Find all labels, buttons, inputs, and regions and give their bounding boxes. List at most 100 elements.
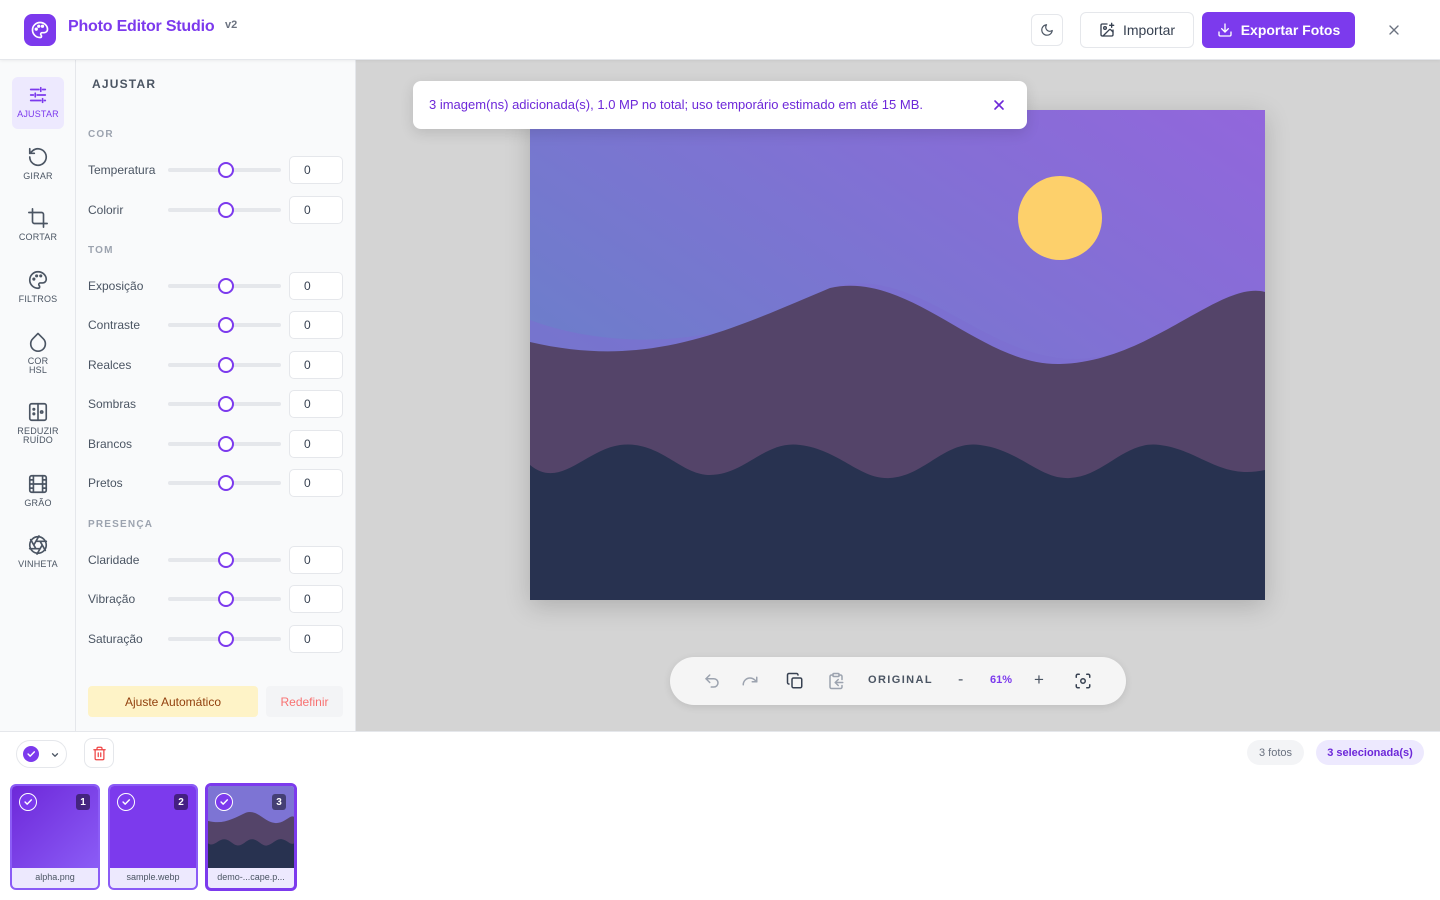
- slider-thumb[interactable]: [218, 317, 234, 333]
- thumbnail-filename: demo-...cape.p...: [217, 872, 285, 882]
- tool-filters[interactable]: FILTROS: [12, 262, 64, 314]
- tool-label: GRÃO: [24, 498, 52, 508]
- select-all-dropdown[interactable]: [16, 740, 67, 768]
- slider-value-input[interactable]: 0: [289, 156, 343, 184]
- slider-thumb[interactable]: [218, 396, 234, 412]
- zoom-in-button[interactable]: +: [1034, 670, 1044, 690]
- section-title-presence: PRESENÇA: [88, 519, 154, 530]
- slider-row-saturation: Saturação 0: [88, 625, 344, 653]
- app-title: Photo Editor Studio: [68, 18, 215, 35]
- delete-selected-button[interactable]: [84, 738, 114, 768]
- undo-button[interactable]: [702, 671, 722, 691]
- slider-value-input[interactable]: 0: [289, 272, 343, 300]
- slider-thumb[interactable]: [218, 631, 234, 647]
- crop-icon: [28, 208, 48, 228]
- slider-value-input[interactable]: 0: [289, 430, 343, 458]
- tool-label: COR HSL: [27, 356, 49, 375]
- slider-value-input[interactable]: 0: [289, 625, 343, 653]
- slider-value-input[interactable]: 0: [289, 469, 343, 497]
- slider-thumb[interactable]: [218, 162, 234, 178]
- fit-to-screen-button[interactable]: [1073, 671, 1093, 691]
- slider-thumb[interactable]: [218, 357, 234, 373]
- slider-row-whites: Brancos 0: [88, 430, 344, 458]
- slider-thumb[interactable]: [218, 591, 234, 607]
- filmstrip: 3 fotos 3 selecionada(s) 1 alpha.png 2 s…: [0, 731, 1440, 900]
- slider-thumb[interactable]: [218, 278, 234, 294]
- tool-noise-reduction[interactable]: REDUZIR RUÍDO: [12, 394, 64, 452]
- thumbnail-filename: sample.webp: [126, 872, 180, 882]
- slider-value-input[interactable]: 0: [289, 196, 343, 224]
- theme-toggle-button[interactable]: [1031, 14, 1063, 46]
- denoise-icon: [28, 402, 48, 422]
- tool-vignette[interactable]: VINHETA: [12, 527, 64, 579]
- import-label: Importar: [1122, 22, 1176, 38]
- slider-label: Realces: [88, 358, 132, 372]
- slider-row-clarity: Claridade 0: [88, 546, 344, 574]
- slider-label: Temperatura: [88, 163, 156, 177]
- thumbnail-card-current[interactable]: 3 demo-...cape.p...: [205, 783, 297, 891]
- slider-label: Brancos: [88, 437, 133, 451]
- photo-count-badge: 3 fotos: [1247, 740, 1304, 765]
- auto-adjust-button[interactable]: Ajuste Automático: [88, 686, 258, 717]
- redo-button[interactable]: [740, 671, 760, 691]
- tool-label: REDUZIR RUÍDO: [17, 426, 59, 445]
- slider-value-input[interactable]: 0: [289, 351, 343, 379]
- tool-crop[interactable]: CORTAR: [12, 200, 64, 252]
- trash-icon: [92, 746, 106, 760]
- zoom-out-button[interactable]: -: [958, 671, 963, 689]
- thumbnail-filename: alpha.png: [35, 872, 75, 882]
- slider-thumb[interactable]: [218, 552, 234, 568]
- redo-icon: [742, 676, 758, 686]
- thumbnail-number: 3: [272, 794, 286, 810]
- slider-value-input[interactable]: 0: [289, 585, 343, 613]
- focus-frame-icon: [1075, 673, 1091, 689]
- slider-value-input[interactable]: 0: [289, 546, 343, 574]
- chevron-down-icon: [51, 753, 59, 757]
- photo-preview[interactable]: [530, 110, 1265, 600]
- tool-rotate[interactable]: GIRAR: [12, 139, 64, 191]
- section-title-color: COR: [88, 129, 114, 140]
- tool-hsl-color[interactable]: COR HSL: [12, 324, 64, 382]
- selected-check-icon[interactable]: [117, 793, 135, 811]
- clipboard-paste-icon: [829, 672, 844, 690]
- thumbnail-card[interactable]: 2 sample.webp: [108, 784, 198, 890]
- slider-row-temperature: Temperatura 0: [88, 156, 344, 184]
- slider-row-blacks: Pretos 0: [88, 469, 344, 497]
- slider-row-vibrance: Vibração 0: [88, 585, 344, 613]
- app-header: Photo Editor Studio v2 Importar Exportar…: [0, 0, 1440, 60]
- thumbnail-number: 2: [174, 794, 188, 810]
- import-button[interactable]: Importar: [1080, 12, 1194, 48]
- copy-icon: [786, 672, 803, 689]
- selected-check-icon[interactable]: [215, 793, 233, 811]
- tool-grain[interactable]: GRÃO: [12, 466, 64, 518]
- tool-label: AJUSTAR: [17, 109, 59, 119]
- tool-adjust[interactable]: AJUSTAR: [12, 77, 64, 129]
- slider-row-tint: Colorir 0: [88, 196, 344, 224]
- slider-thumb[interactable]: [218, 202, 234, 218]
- check-circle-icon: [23, 746, 39, 762]
- reset-button[interactable]: Redefinir: [266, 686, 343, 717]
- slider-value-input[interactable]: 0: [289, 311, 343, 339]
- export-photos-button[interactable]: Exportar Fotos: [1202, 12, 1355, 48]
- palette-icon: [29, 270, 48, 290]
- selected-check-icon[interactable]: [19, 793, 37, 811]
- slider-thumb[interactable]: [218, 475, 234, 491]
- section-title-tone: TOM: [88, 245, 114, 256]
- selected-count-badge: 3 selecionada(s): [1316, 740, 1424, 765]
- slider-thumb[interactable]: [218, 436, 234, 452]
- zoom-toolbar: ORIGINAL - 61% +: [670, 657, 1126, 705]
- close-icon[interactable]: [991, 97, 1007, 113]
- adjust-panel: AJUSTAR COR Temperatura 0 Colorir 0 TOM …: [76, 60, 356, 731]
- paste-settings-button[interactable]: [826, 671, 846, 691]
- close-editor-button[interactable]: [1380, 16, 1408, 44]
- tool-label: GIRAR: [23, 171, 53, 181]
- original-compare-button[interactable]: ORIGINAL: [868, 674, 933, 686]
- tool-label: CORTAR: [18, 232, 58, 242]
- copy-settings-button[interactable]: [785, 671, 805, 691]
- slider-value-input[interactable]: 0: [289, 390, 343, 418]
- toast-message: 3 imagem(ns) adicionada(s), 1.0 MP no to…: [429, 97, 923, 112]
- thumbnail-number: 1: [76, 794, 90, 810]
- thumbnail-card[interactable]: 1 alpha.png: [10, 784, 100, 890]
- app-version: v2: [225, 19, 238, 31]
- download-icon: [1218, 23, 1232, 37]
